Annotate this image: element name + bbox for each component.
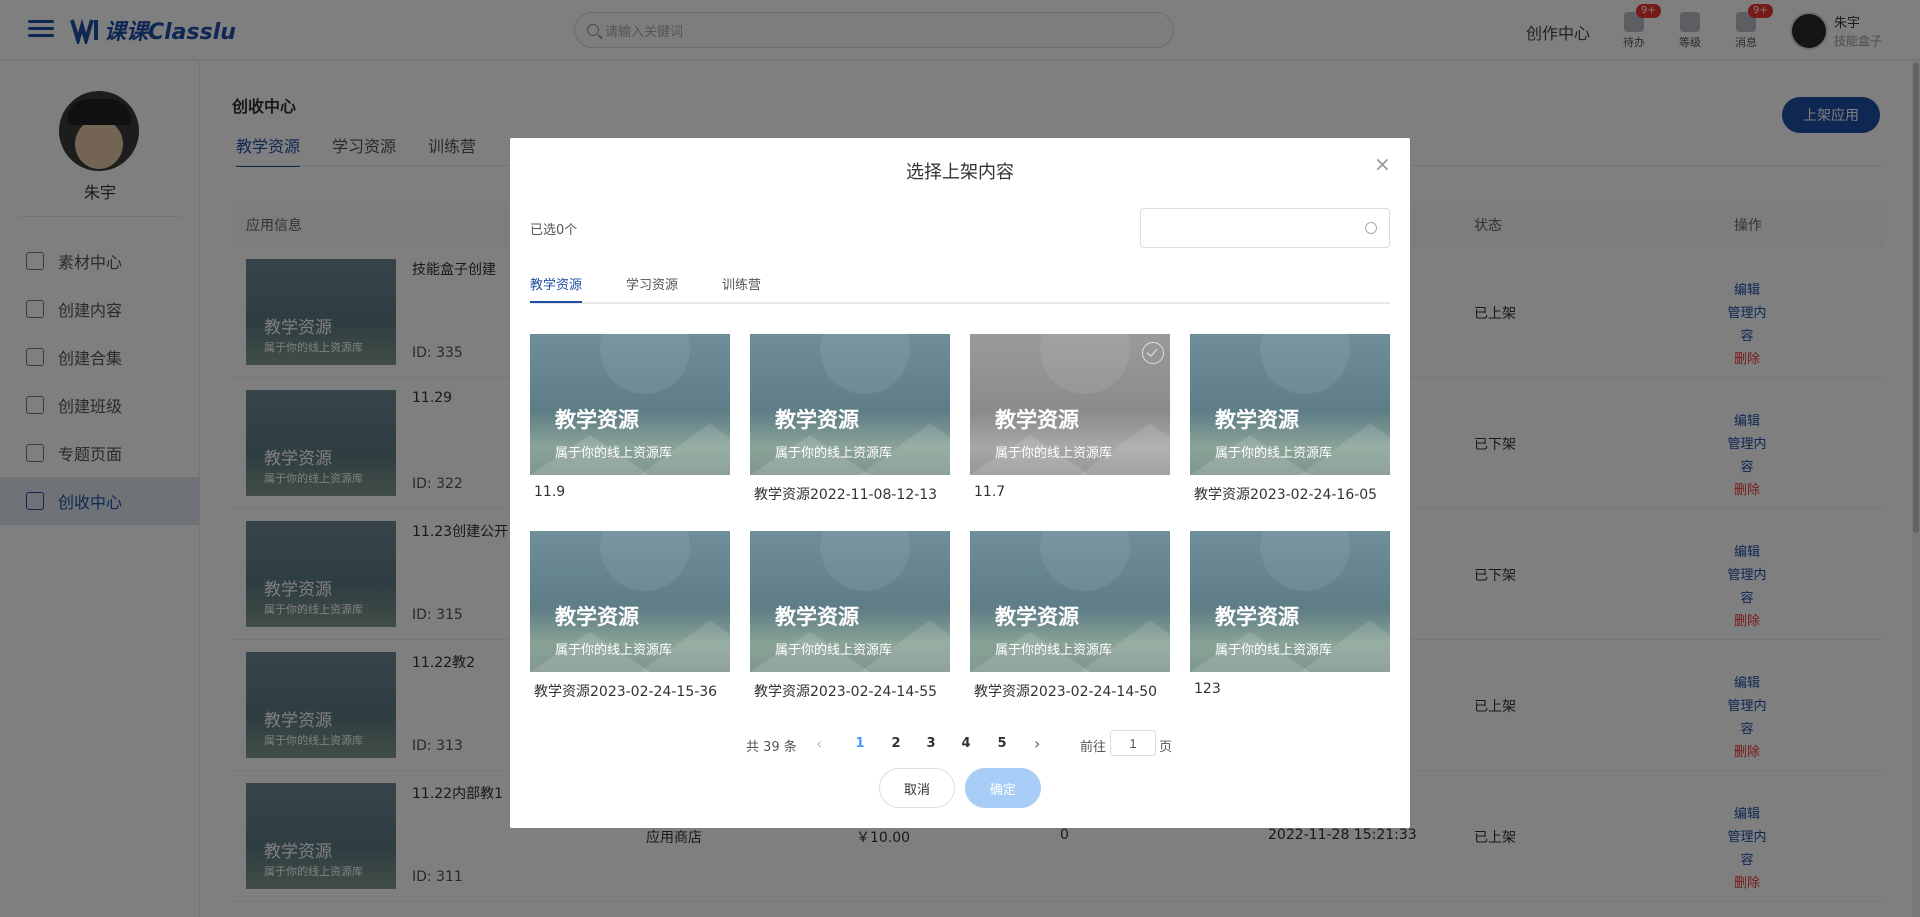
select-content-dialog: 选择上架内容 × 已选0个 教学资源 学习资源 训练营 教学资源属于你的线上资源…	[510, 138, 1410, 828]
card-name: 123	[1194, 681, 1221, 697]
card-name: 11.7	[974, 484, 1006, 500]
card-cover-subtitle: 属于你的线上资源库	[775, 446, 893, 461]
page-number[interactable]: 2	[886, 736, 906, 751]
card-cover-title: 教学资源	[555, 408, 639, 432]
content-card[interactable]: 教学资源属于你的线上资源库 123	[1190, 531, 1390, 701]
card-name: 教学资源2023-02-24-14-55	[754, 684, 938, 700]
content-card[interactable]: 教学资源属于你的线上资源库 教学资源2023-02-24-15-36	[530, 531, 730, 701]
dialog-tabs: 教学资源 学习资源 训练营	[530, 274, 1390, 304]
page-number[interactable]: 5	[992, 736, 1012, 751]
pagination-total: 共 39 条	[746, 740, 797, 755]
pagination: 共 39 条 ‹ 1 2 3 4 5 › 前往 页	[510, 730, 1410, 758]
card-cover: 教学资源属于你的线上资源库	[530, 531, 730, 672]
selected-count: 已选0个	[530, 223, 578, 238]
card-cover-subtitle: 属于你的线上资源库	[555, 446, 673, 461]
content-card[interactable]: 教学资源属于你的线上资源库 11.9	[530, 334, 730, 504]
card-cover-title: 教学资源	[775, 605, 859, 629]
card-cover-title: 教学资源	[775, 408, 859, 432]
content-card[interactable]: 教学资源属于你的线上资源库 教学资源2023-02-24-14-55	[750, 531, 950, 701]
content-card[interactable]: 教学资源属于你的线上资源库 教学资源2022-11-08-12-13	[750, 334, 950, 504]
dialog-title: 选择上架内容	[906, 162, 1014, 183]
card-cover-title: 教学资源	[995, 605, 1079, 629]
card-cover-title: 教学资源	[995, 408, 1079, 432]
card-cover-subtitle: 属于你的线上资源库	[555, 643, 673, 658]
goto-page-suffix: 页	[1159, 740, 1173, 755]
card-cover: 教学资源属于你的线上资源库	[750, 531, 950, 672]
dialog-tab-teaching-resources[interactable]: 教学资源	[530, 274, 583, 303]
close-icon[interactable]: ×	[1374, 154, 1391, 174]
card-name: 教学资源2023-02-24-16-05	[1194, 487, 1378, 503]
card-cover: 教学资源属于你的线上资源库	[530, 334, 730, 475]
content-card[interactable]: 教学资源属于你的线上资源库 教学资源2023-02-24-14-50	[970, 531, 1170, 701]
content-card[interactable]: 教学资源属于你的线上资源库 11.7	[970, 334, 1170, 504]
goto-label: 前往	[1080, 740, 1107, 755]
dialog-tab-learning-resources[interactable]: 学习资源	[626, 274, 678, 301]
card-cover: 教学资源属于你的线上资源库	[750, 334, 950, 475]
chevron-right-icon[interactable]: ›	[1034, 734, 1040, 753]
card-cover-subtitle: 属于你的线上资源库	[995, 643, 1113, 658]
goto-page-input[interactable]	[1110, 730, 1156, 756]
page-number[interactable]: 1	[850, 736, 870, 751]
card-name: 11.9	[534, 484, 566, 500]
card-cover: 教学资源属于你的线上资源库	[1190, 334, 1390, 475]
card-cover: 教学资源属于你的线上资源库	[970, 334, 1170, 475]
check-circle-icon	[1142, 342, 1164, 364]
content-card[interactable]: 教学资源属于你的线上资源库 教学资源2023-02-24-16-05	[1190, 334, 1390, 504]
confirm-button[interactable]: 确定	[965, 768, 1041, 808]
page-number[interactable]: 3	[921, 736, 941, 751]
card-cover-subtitle: 属于你的线上资源库	[995, 446, 1113, 461]
search-icon	[1365, 222, 1377, 234]
card-cover-title: 教学资源	[1215, 605, 1299, 629]
dialog-tab-training-camp[interactable]: 训练营	[722, 274, 761, 301]
card-cover-subtitle: 属于你的线上资源库	[1215, 446, 1333, 461]
card-cover-subtitle: 属于你的线上资源库	[775, 643, 893, 658]
card-cover-subtitle: 属于你的线上资源库	[1215, 643, 1333, 658]
card-cover-title: 教学资源	[1215, 408, 1299, 432]
card-name: 教学资源2022-11-08-12-13	[754, 487, 938, 503]
chevron-left-icon[interactable]: ‹	[816, 734, 822, 753]
card-cover-title: 教学资源	[555, 605, 639, 629]
card-cover: 教学资源属于你的线上资源库	[970, 531, 1170, 672]
card-name: 教学资源2023-02-24-15-36	[534, 684, 718, 700]
cancel-button[interactable]: 取消	[879, 768, 955, 808]
page-number[interactable]: 4	[956, 736, 976, 751]
card-cover: 教学资源属于你的线上资源库	[1190, 531, 1390, 672]
dialog-search-input[interactable]	[1140, 208, 1390, 248]
card-name: 教学资源2023-02-24-14-50	[974, 684, 1158, 700]
